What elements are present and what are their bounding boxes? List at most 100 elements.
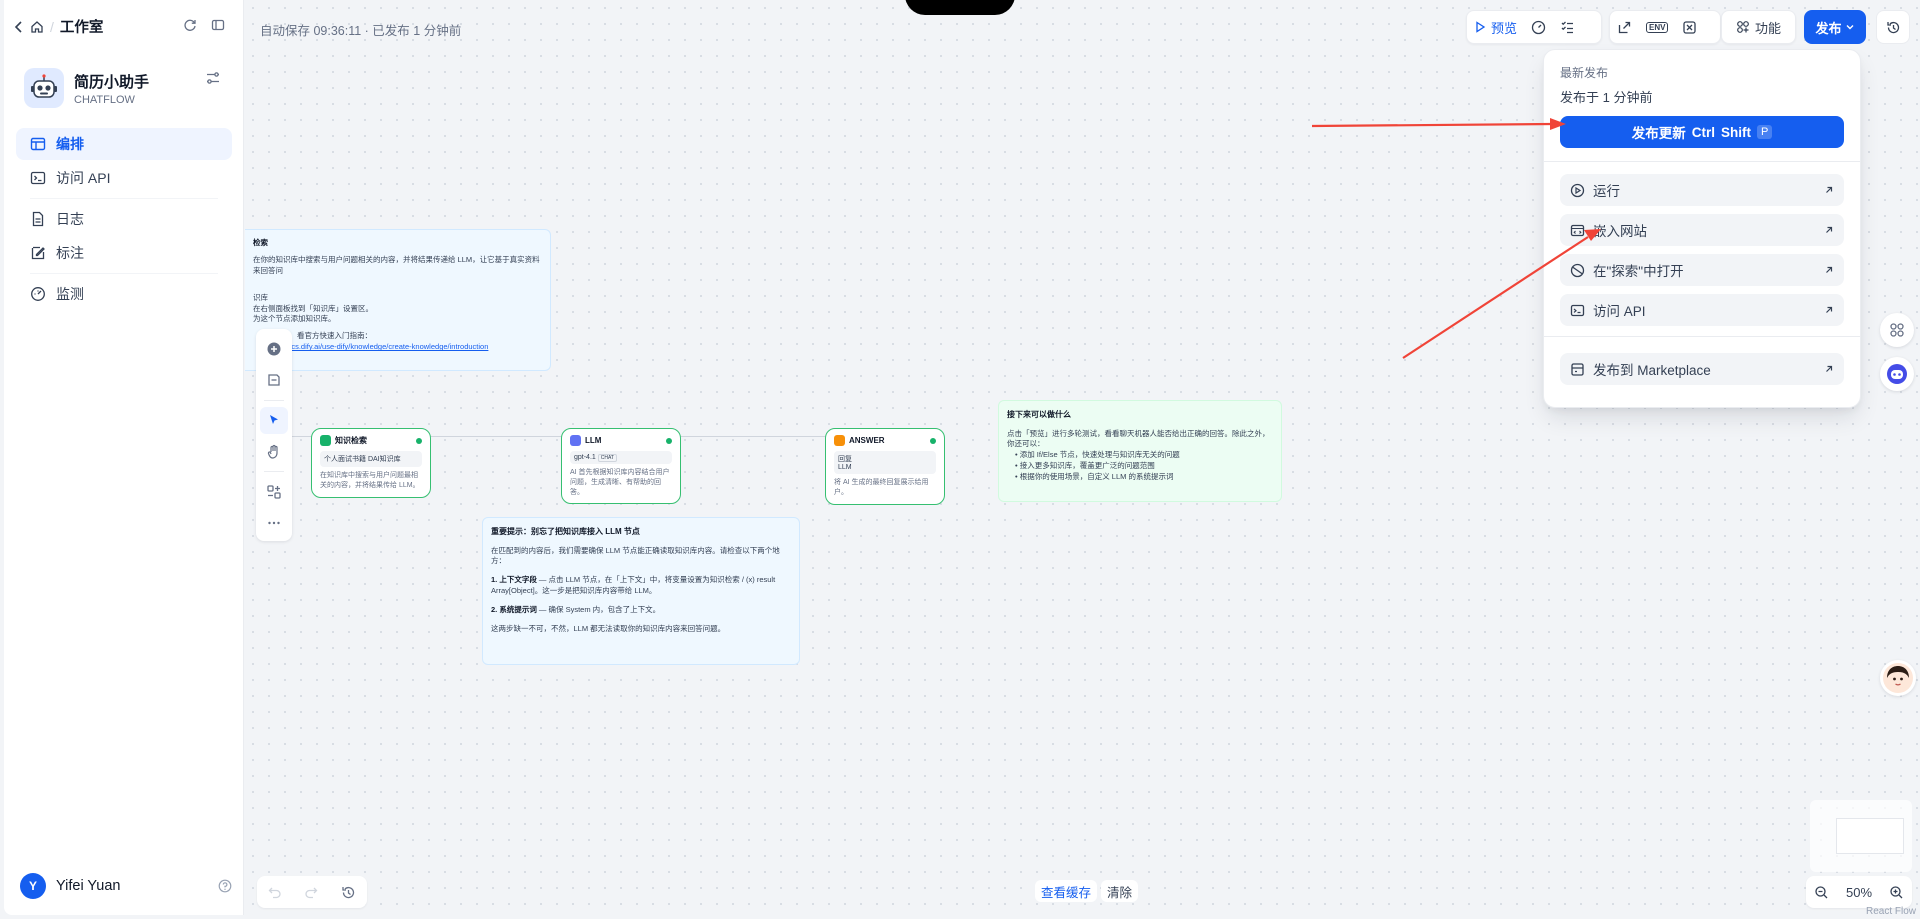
nav-item-api[interactable]: 访问 API xyxy=(16,162,232,194)
model-name: gpt-4.1 xyxy=(574,454,596,461)
minimap[interactable] xyxy=(1810,800,1912,872)
support-avatar-button[interactable] xyxy=(1880,660,1916,696)
open-in-explore-item[interactable]: 在"探索"中打开 xyxy=(1560,254,1844,286)
grid-icon xyxy=(1889,322,1905,338)
conversation-vars-button[interactable] xyxy=(1675,14,1704,40)
store-icon xyxy=(1570,362,1585,377)
nav-label: 监测 xyxy=(56,286,84,302)
embed-website-item[interactable]: 嵌入网站 xyxy=(1560,214,1844,246)
note-span: — 确保 System 内，包含了上下文。 xyxy=(536,605,661,615)
zoom-out-icon[interactable] xyxy=(1814,885,1829,900)
note-title: 接下来可以做什么 xyxy=(1007,410,1071,419)
features-button[interactable]: 功能 xyxy=(1729,14,1788,40)
apps-shortcut-button[interactable] xyxy=(1880,313,1914,347)
help-icon[interactable] xyxy=(218,879,232,893)
publish-update-button[interactable]: 发布更新 Ctrl Shift P xyxy=(1560,116,1844,148)
run-app-item[interactable]: 运行 xyxy=(1560,174,1844,206)
node-llm[interactable]: LLM gpt-4.1 CHAT AI 首先根据知识库内容结合用户问题，生成清晰… xyxy=(561,428,681,505)
app-name: 简历小助手 xyxy=(74,73,150,91)
note-text: 为这个节点添加知识库。 xyxy=(253,314,336,324)
answer-chip: 回复 LLM xyxy=(834,451,936,474)
play-circle-icon xyxy=(1570,183,1585,198)
note-span: 根据你的使用场景，自定义 LLM 的系统提示词 xyxy=(1019,472,1174,482)
note-important-tip[interactable]: 重要提示：别忘了把知识库接入 LLM 节点 在匹配到的内容后，我们需要确保 LL… xyxy=(482,517,800,665)
undo-icon[interactable] xyxy=(268,885,282,899)
item-label: 访问 API xyxy=(1593,304,1646,319)
arrow-up-right-icon xyxy=(1824,185,1834,195)
node-knowledge-retrieval[interactable]: 知识检索 个人面试书籍 DAI知识库 在知识库中搜索与用户问题最相关的内容，并将… xyxy=(311,428,431,498)
history-icon[interactable] xyxy=(341,885,356,900)
zoom-controls: 50% xyxy=(1806,876,1912,908)
publish-marketplace-item[interactable]: 发布到 Marketplace xyxy=(1560,353,1844,385)
note-bullet: • 根据你的使用场景，自定义 LLM 的系统提示词 xyxy=(1015,472,1174,482)
clear-button[interactable]: 清除 xyxy=(1101,880,1139,902)
home-icon[interactable] xyxy=(30,20,44,34)
note-text: 在你的知识库中搜索与用户问题相关的内容，并将结果传递给 LLM，让它基于真实资料… xyxy=(253,254,540,275)
note-next-steps[interactable]: 接下来可以做什么 点击「预览」进行多轮测试，看看聊天机器人能否给出正确的回答。除… xyxy=(998,400,1282,502)
note-text: 在匹配到的内容后，我们需要确保 LLM 节点能正确读取知识库内容。请检查以下两个… xyxy=(491,545,780,566)
redo-icon[interactable] xyxy=(304,885,318,899)
nav-item-orchestrate[interactable]: 编排 xyxy=(16,128,232,160)
docs-link[interactable]: docs.dify.ai/use-dify/knowledge/create-k… xyxy=(253,342,542,353)
checklist-icon xyxy=(1560,20,1575,35)
embed-icon xyxy=(1570,223,1585,238)
pointer-tool-button[interactable] xyxy=(260,406,288,434)
nav-item-logs[interactable]: 日志 xyxy=(16,203,232,235)
zoom-in-icon[interactable] xyxy=(1889,885,1904,900)
access-api-item[interactable]: 访问 API xyxy=(1560,294,1844,326)
nav-item-monitor[interactable]: 监测 xyxy=(16,278,232,310)
view-cache-button[interactable]: 查看缓存 xyxy=(1035,880,1098,902)
shortcut-key: Shift xyxy=(1720,124,1751,140)
note-bullet: • 添加 If/Else 节点，快速处理与知识库无关的问题 xyxy=(1015,450,1180,460)
publish-button[interactable]: 发布 xyxy=(1804,10,1866,44)
add-note-button[interactable] xyxy=(260,366,288,393)
assistant-bot-button[interactable] xyxy=(1880,357,1914,391)
env-feature-button[interactable] xyxy=(1610,14,1639,40)
nav-item-annotations[interactable]: 标注 xyxy=(16,237,232,269)
cache-controls: 查看缓存 清除 xyxy=(1035,880,1139,902)
timer-icon xyxy=(1531,20,1546,35)
note-bold: 2. 系统提示词 xyxy=(491,605,537,615)
checklist-button[interactable] xyxy=(1553,14,1582,40)
apps-icon xyxy=(1736,20,1750,34)
publish-panel: 最新发布 发布于 1 分钟前 发布更新 Ctrl Shift P 运行 嵌入网站… xyxy=(1543,49,1861,408)
node-status-dot xyxy=(930,437,936,444)
note-bullet: • 接入更多知识库，覆盖更广泛的问题范围 xyxy=(1015,461,1155,471)
node-title: ANSWER xyxy=(849,436,885,445)
node-desc: 将 AI 生成的最终回复展示给用户。 xyxy=(834,479,929,496)
preview-button[interactable]: 预览 xyxy=(1467,14,1524,40)
app-settings-icon[interactable] xyxy=(205,70,221,86)
hand-tool-button[interactable] xyxy=(260,438,288,465)
version-history-button[interactable] xyxy=(1876,10,1910,44)
terminal-icon xyxy=(30,170,46,186)
more-icon[interactable] xyxy=(260,510,288,537)
play-icon xyxy=(1474,21,1486,33)
tool-divider xyxy=(264,399,284,401)
user-profile[interactable]: Y Yifei Yuan xyxy=(20,873,232,899)
item-label: 嵌入网站 xyxy=(1593,224,1647,239)
publish-label: 发布 xyxy=(1815,20,1842,36)
note-text: 1. 上下文字段 — 点击 LLM 节点，在「上下文」中，将变量设置为知识检索 … xyxy=(491,575,791,597)
refresh-icon[interactable] xyxy=(183,18,197,32)
sidebar-toggle-icon[interactable] xyxy=(211,18,225,32)
checklist-history-button[interactable] xyxy=(1524,14,1553,40)
node-answer[interactable]: ANSWER 回复 LLM 将 AI 生成的最终回复展示给用户。 xyxy=(825,428,945,505)
env-button[interactable]: ENV xyxy=(1639,14,1675,40)
model-tag: CHAT xyxy=(597,454,617,462)
answer-icon xyxy=(834,435,845,446)
breadcrumb-title[interactable]: 工作室 xyxy=(60,16,104,37)
item-label: 运行 xyxy=(1593,184,1620,199)
monitor-icon xyxy=(30,286,46,302)
chevron-down-icon xyxy=(1845,22,1855,32)
edge-llm-answer xyxy=(681,436,825,437)
react-flow-attribution[interactable]: React Flow xyxy=(1866,906,1916,917)
canvas-toolbar xyxy=(256,329,292,541)
panel-divider xyxy=(1544,336,1860,337)
chevron-left-icon[interactable] xyxy=(14,20,24,33)
zoom-level[interactable]: 50% xyxy=(1846,885,1872,900)
sidebar-tools xyxy=(183,18,225,32)
add-node-button[interactable] xyxy=(260,335,288,362)
organize-nodes-button[interactable] xyxy=(260,478,288,505)
preview-toolbar: 预览 xyxy=(1466,10,1602,44)
nav-label: 访问 API xyxy=(56,170,111,186)
